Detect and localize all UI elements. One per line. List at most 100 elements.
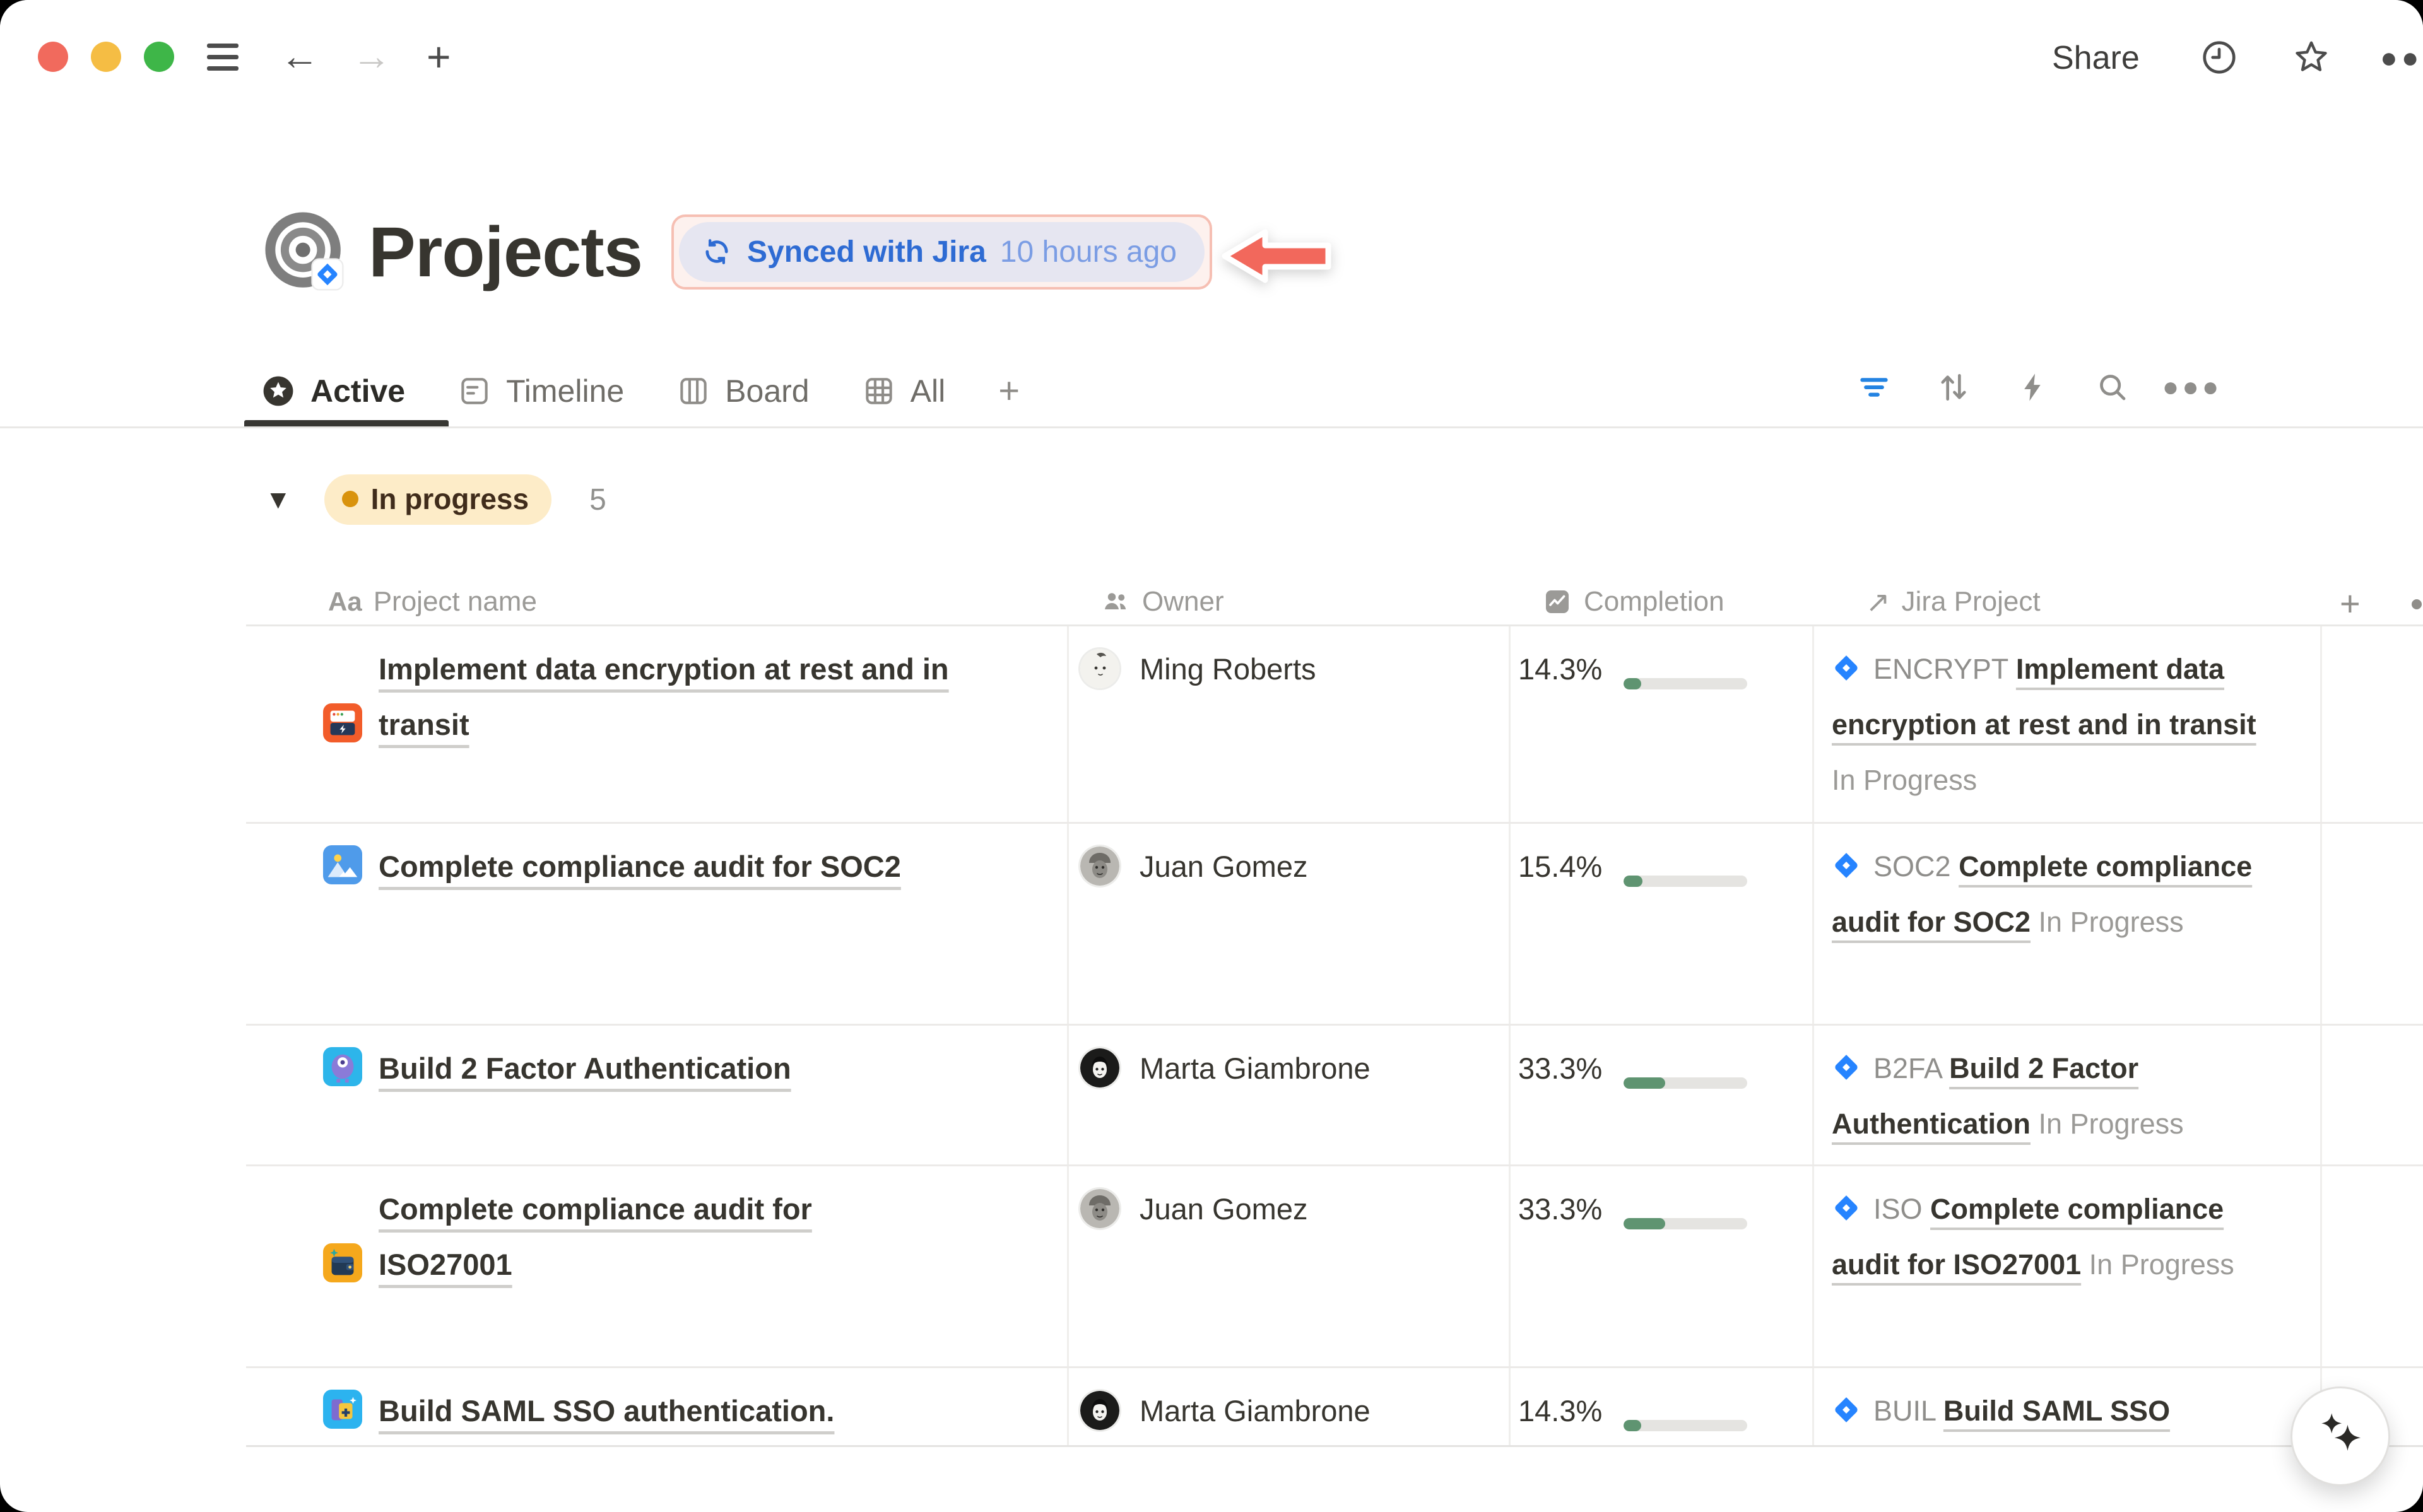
completion-cell[interactable]: 33.3% xyxy=(1511,1026,1814,1164)
jira-icon xyxy=(1832,1395,1861,1424)
timeline-icon xyxy=(458,375,491,407)
project-name-cell[interactable]: Complete compliance audit for SOC2 xyxy=(246,824,1069,1024)
page-target-icon[interactable] xyxy=(261,208,348,295)
completion-cell[interactable]: 15.4% xyxy=(1511,824,1814,1024)
app-window: ← → + Share ●●● Projects xyxy=(0,0,2423,1512)
jira-icon xyxy=(1832,851,1861,880)
jira-status: In Progress xyxy=(2039,906,2184,938)
status-dot-icon xyxy=(342,491,358,507)
view-more-icon[interactable]: ●●● xyxy=(2174,370,2210,405)
column-header-extra: + xyxy=(2322,579,2423,624)
people-icon xyxy=(1100,587,1131,617)
tab-all[interactable]: All xyxy=(863,373,946,409)
tab-timeline[interactable]: Timeline xyxy=(458,373,624,409)
completion-percent: 14.3% xyxy=(1518,642,1602,697)
filter-icon[interactable] xyxy=(1856,370,1892,405)
owner-cell[interactable]: Marta Giambrone xyxy=(1069,1026,1511,1164)
clock-icon[interactable] xyxy=(2200,38,2239,77)
project-name-link: Build 2 Factor Authentication xyxy=(379,1052,791,1085)
hamburger-icon[interactable] xyxy=(207,37,239,77)
owner-cell[interactable]: Ming Roberts xyxy=(1069,626,1511,822)
jira-status: In Progress xyxy=(2039,1108,2184,1140)
jira-key: BUIL xyxy=(1873,1395,1935,1427)
arrow-up-right-icon: ↗ xyxy=(1866,585,1890,619)
owner-name: Marta Giambrone xyxy=(1140,1041,1371,1096)
add-property-button[interactable]: + xyxy=(2340,583,2361,624)
add-view-button[interactable]: + xyxy=(998,370,1020,412)
jira-project-cell[interactable]: ISO Complete compliance audit for ISO270… xyxy=(1814,1166,2322,1366)
empty-cell[interactable] xyxy=(2322,824,2423,1024)
search-icon[interactable] xyxy=(2095,370,2130,405)
project-icon-wallet xyxy=(323,1243,362,1282)
minimize-window-button[interactable] xyxy=(91,42,121,72)
completion-cell[interactable]: 14.3% xyxy=(1511,626,1814,822)
project-icon-monster xyxy=(323,1047,362,1086)
tab-active[interactable]: Active xyxy=(261,373,405,409)
close-window-button[interactable] xyxy=(38,42,68,72)
star-icon[interactable] xyxy=(2292,38,2331,77)
status-badge[interactable]: In progress xyxy=(324,474,552,525)
column-header-owner[interactable]: Owner xyxy=(1069,586,1511,618)
jira-status: In Progress xyxy=(1832,764,1977,796)
project-name-cell[interactable]: Implement data encryption at rest and in… xyxy=(246,626,1069,822)
empty-cell[interactable] xyxy=(2322,1026,2423,1164)
project-name-link: Complete compliance audit for ISO27001 xyxy=(379,1181,890,1292)
more-options-icon[interactable]: ●●● xyxy=(2380,38,2419,77)
table-row: Complete compliance audit for SOC2 Juan … xyxy=(246,824,2423,1026)
project-name-link: Implement data encryption at rest and in… xyxy=(379,642,972,753)
project-name-link: Build SAML SSO authentication. xyxy=(379,1394,834,1427)
new-tab-plus-icon[interactable]: + xyxy=(427,37,451,77)
completion-percent: 33.3% xyxy=(1518,1041,1602,1096)
progress-bar xyxy=(1624,678,1747,689)
ai-assistant-button[interactable] xyxy=(2290,1386,2390,1486)
empty-cell[interactable] xyxy=(2322,626,2423,822)
zoom-window-button[interactable] xyxy=(144,42,174,72)
table-row: Complete compliance audit for ISO27001 J… xyxy=(246,1166,2423,1368)
completion-percent: 15.4% xyxy=(1518,839,1602,894)
jira-icon xyxy=(1832,1193,1861,1222)
owner-cell[interactable]: Juan Gomez xyxy=(1069,824,1511,1024)
sort-icon[interactable] xyxy=(1936,370,1971,405)
share-button[interactable]: Share xyxy=(2052,39,2140,77)
jira-project-cell[interactable]: SOC2 Complete compliance audit for SOC2 … xyxy=(1814,824,2322,1024)
page-title[interactable]: Projects xyxy=(368,211,642,293)
progress-bar xyxy=(1624,1218,1747,1229)
owner-name: Juan Gomez xyxy=(1140,839,1307,894)
empty-cell[interactable] xyxy=(2322,1166,2423,1366)
column-header-jira-project[interactable]: ↗ Jira Project xyxy=(1814,585,2322,619)
progress-bar xyxy=(1624,1420,1747,1431)
group-header: ▼ In progress 5 xyxy=(265,474,606,525)
jira-icon xyxy=(1832,1053,1861,1082)
table-row: Build SAML SSO authentication. Marta Gia… xyxy=(246,1368,2423,1447)
table-icon xyxy=(863,375,895,407)
page-header: Projects Synced with Jira 10 hours ago xyxy=(261,208,1212,295)
ai-sparkle-icon xyxy=(2306,1402,2375,1471)
collapse-triangle-icon[interactable]: ▼ xyxy=(265,484,292,515)
tab-board[interactable]: Board xyxy=(677,373,809,409)
project-name-cell[interactable]: Complete compliance audit for ISO27001 xyxy=(246,1166,1069,1366)
avatar xyxy=(1080,847,1119,886)
jira-project-cell[interactable]: B2FA Build 2 Factor Authentication In Pr… xyxy=(1814,1026,2322,1164)
sync-annotation-box: Synced with Jira 10 hours ago xyxy=(671,214,1212,290)
synced-with-jira-badge[interactable]: Synced with Jira 10 hours ago xyxy=(679,222,1205,282)
jira-key: SOC2 xyxy=(1873,850,1951,882)
sync-badge-label: Synced with Jira xyxy=(747,235,986,269)
traffic-lights xyxy=(38,42,174,72)
column-header-project-name[interactable]: Aa Project name xyxy=(246,586,1069,618)
project-name-cell[interactable]: Build SAML SSO authentication. xyxy=(246,1368,1069,1447)
jira-status: In Progress xyxy=(2089,1248,2234,1281)
back-arrow-icon[interactable]: ← xyxy=(280,37,319,77)
owner-cell[interactable]: Juan Gomez xyxy=(1069,1166,1511,1366)
jira-project-cell[interactable]: ENCRYPT Implement data encryption at res… xyxy=(1814,626,2322,822)
progress-bar xyxy=(1624,876,1747,887)
table-row: Build 2 Factor Authentication Marta Giam… xyxy=(246,1026,2423,1166)
owner-cell[interactable]: Marta Giambrone xyxy=(1069,1368,1511,1447)
lightning-icon[interactable] xyxy=(2015,370,2051,405)
column-header-completion[interactable]: Completion xyxy=(1511,586,1814,618)
project-name-cell[interactable]: Build 2 Factor Authentication xyxy=(246,1026,1069,1164)
completion-cell[interactable]: 14.3% xyxy=(1511,1368,1814,1447)
jira-project-cell[interactable]: BUIL Build SAML SSO authentication. In P… xyxy=(1814,1368,2322,1447)
chart-icon xyxy=(1542,587,1572,617)
view-toolbar: ●●● xyxy=(1856,370,2210,405)
completion-cell[interactable]: 33.3% xyxy=(1511,1166,1814,1366)
